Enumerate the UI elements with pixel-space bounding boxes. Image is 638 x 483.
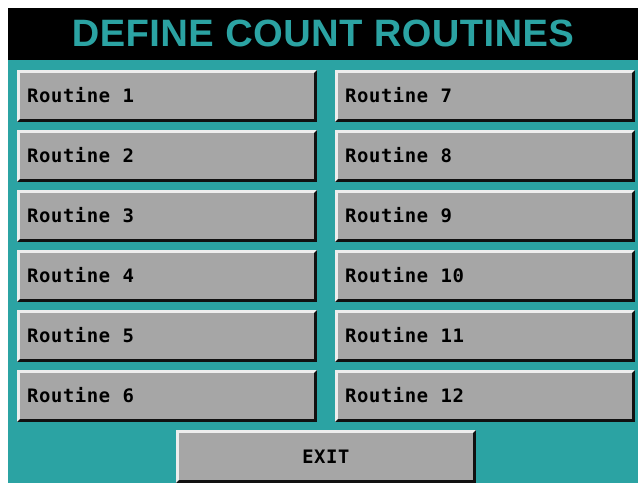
routine-4-button[interactable]: Routine 4 — [17, 250, 317, 302]
routine-5-button[interactable]: Routine 5 — [17, 310, 317, 362]
routine-2-label: Routine 2 — [27, 145, 135, 167]
routine-8-label: Routine 8 — [345, 145, 453, 167]
page-title: DEFINE COUNT ROUTINES — [71, 13, 575, 55]
routine-6-button[interactable]: Routine 6 — [17, 370, 317, 422]
title-bar: DEFINE COUNT ROUTINES — [8, 8, 638, 60]
screen: DEFINE COUNT ROUTINES Routine 1 Routine … — [0, 0, 638, 483]
routine-7-label: Routine 7 — [345, 85, 453, 107]
routine-9-button[interactable]: Routine 9 — [335, 190, 635, 242]
routine-2-button[interactable]: Routine 2 — [17, 130, 317, 182]
routine-11-button[interactable]: Routine 11 — [335, 310, 635, 362]
routine-3-label: Routine 3 — [27, 205, 135, 227]
routine-12-button[interactable]: Routine 12 — [335, 370, 635, 422]
define-count-routines-panel: DEFINE COUNT ROUTINES Routine 1 Routine … — [8, 8, 638, 483]
routine-10-label: Routine 10 — [345, 265, 465, 287]
routine-5-label: Routine 5 — [27, 325, 135, 347]
routine-8-button[interactable]: Routine 8 — [335, 130, 635, 182]
exit-button[interactable]: EXIT — [176, 430, 476, 483]
routine-3-button[interactable]: Routine 3 — [17, 190, 317, 242]
routine-11-label: Routine 11 — [345, 325, 465, 347]
routine-7-button[interactable]: Routine 7 — [335, 70, 635, 122]
routine-9-label: Routine 9 — [345, 205, 453, 227]
routine-1-button[interactable]: Routine 1 — [17, 70, 317, 122]
routine-6-label: Routine 6 — [27, 385, 135, 407]
routine-12-label: Routine 12 — [345, 385, 465, 407]
routine-10-button[interactable]: Routine 10 — [335, 250, 635, 302]
routine-4-label: Routine 4 — [27, 265, 135, 287]
routine-1-label: Routine 1 — [27, 85, 135, 107]
exit-label: EXIT — [302, 445, 350, 468]
